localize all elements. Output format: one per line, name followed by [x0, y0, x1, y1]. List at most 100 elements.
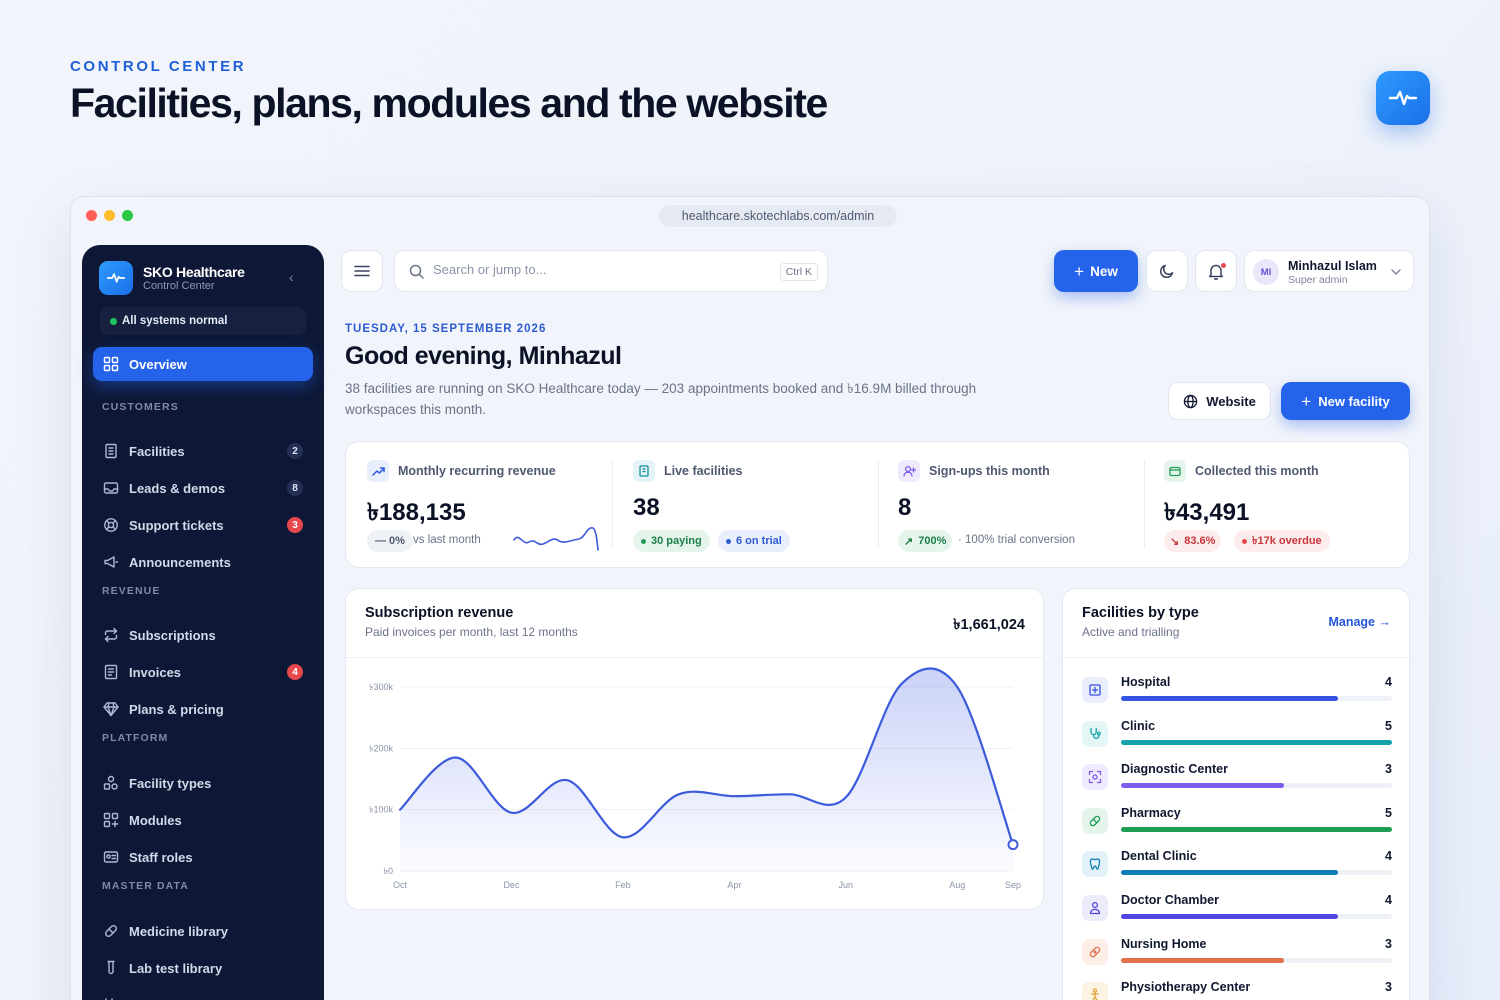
facility-type-row[interactable]: Hospital 4: [1082, 675, 1392, 715]
user-plus-icon: [898, 460, 920, 482]
stat-live-facilities: Live facilities 38 30 paying 6 on trial: [633, 442, 863, 566]
address-bar[interactable]: healthcare.skotechlabs.com/admin: [659, 205, 897, 227]
sidebar-item-medicine-library[interactable]: Medicine library: [93, 914, 313, 948]
facility-type-bar-track: [1121, 957, 1392, 963]
delta-badge: — 0%: [367, 530, 413, 552]
grid-plus-icon: [103, 812, 119, 828]
brand-logo-icon: [99, 261, 133, 295]
facility-type-count: 3: [1385, 762, 1392, 777]
hamburger-icon: [354, 265, 370, 277]
stat-collected: Collected this month ৳43,491 ↘ 83.6% ৳17k…: [1164, 442, 1394, 566]
system-status-label: All systems normal: [122, 315, 228, 327]
new-button[interactable]: + New: [1054, 250, 1138, 292]
status-dot-icon: [110, 318, 117, 325]
sidebar-item-invoices[interactable]: Invoices 4: [93, 655, 313, 689]
stat-value: ৳43,491: [1164, 499, 1250, 526]
new-facility-label: New facility: [1318, 393, 1390, 409]
panel-subtitle: Active and trialling: [1082, 625, 1180, 639]
facility-type-row[interactable]: Nursing Home 3: [1082, 937, 1392, 977]
facility-type-count: 4: [1385, 893, 1392, 907]
menu-toggle-button[interactable]: [341, 250, 383, 292]
sidebar-item-announcements[interactable]: Announcements: [93, 545, 313, 579]
receipt-icon: [104, 664, 118, 680]
facility-type-name: Nursing Home: [1121, 936, 1207, 951]
facility-type-row[interactable]: Pharmacy 5: [1082, 806, 1392, 846]
sidebar-item-facilities[interactable]: Facilities 2: [93, 434, 313, 468]
close-window-dot[interactable]: [86, 210, 97, 221]
facility-type-row[interactable]: Dental Clinic 4: [1082, 849, 1392, 889]
hero-eyebrow: CONTROL CENTER: [70, 58, 247, 75]
manage-link[interactable]: Manage →: [1328, 615, 1391, 629]
notifications-button[interactable]: [1195, 250, 1237, 292]
current-date: TUESDAY, 15 SEPTEMBER 2026: [345, 323, 547, 335]
website-button[interactable]: Website: [1168, 382, 1271, 420]
facility-type-bar-track: [1121, 783, 1392, 789]
facility-type-row[interactable]: Physiotherapy Center 3: [1082, 980, 1392, 1000]
collapse-sidebar-icon[interactable]: ‹: [289, 269, 294, 285]
sidebar-item-modules[interactable]: Modules: [93, 803, 313, 837]
trend-up-icon: [367, 460, 389, 482]
decline-label: 83.6%: [1184, 535, 1216, 547]
revenue-area: [400, 668, 1013, 871]
facility-type-bar-fill: [1121, 826, 1392, 832]
search-box[interactable]: Ctrl K: [394, 250, 828, 292]
sidebar-item-subscriptions[interactable]: Subscriptions: [93, 618, 313, 652]
paying-badge: 30 paying: [633, 530, 710, 552]
facility-type-bar-track: [1121, 826, 1392, 832]
facility-type-row[interactable]: Diagnostic Center 3: [1082, 762, 1392, 802]
facility-type-count: 3: [1385, 980, 1392, 995]
sidebar-item-plans-pricing[interactable]: Plans & pricing: [93, 692, 313, 726]
stethoscope-icon: [1082, 720, 1108, 747]
sidebar-item-specialties[interactable]: Specialties: [93, 988, 313, 1000]
trend-up-icon: ↗: [904, 535, 914, 548]
facility-type-count: 5: [1385, 805, 1392, 820]
sidebar-item-overview[interactable]: Overview: [93, 347, 313, 381]
facility-type-row[interactable]: Doctor Chamber 4: [1082, 893, 1392, 933]
facility-type-row[interactable]: Clinic 5: [1082, 719, 1392, 759]
facility-type-bar-track: [1121, 739, 1392, 745]
chart-title: Subscription revenue: [365, 605, 514, 621]
y-tick-label: ৳200k: [369, 743, 393, 753]
sidebar-item-lab-test-library[interactable]: Lab test library: [93, 951, 313, 985]
new-facility-button[interactable]: + New facility: [1281, 382, 1410, 420]
sidebar-item-support-tickets[interactable]: Support tickets 3: [93, 508, 313, 542]
sidebar-item-label: Facilities: [129, 443, 185, 459]
chart-subtitle: Paid invoices per month, last 12 months: [365, 625, 578, 639]
stat-signups: Sign-ups this month 8 ↗ 700% · 100% trial…: [898, 442, 1138, 566]
theme-toggle-button[interactable]: [1146, 250, 1188, 292]
user-menu[interactable]: MI Minhazul Islam Super admin: [1244, 250, 1414, 292]
growth-badge: ↗ 700%: [898, 530, 953, 552]
sidebar-item-facility-types[interactable]: Facility types: [93, 766, 313, 800]
chart-total: ৳1,661,024: [953, 617, 1025, 633]
facility-type-bar-track: [1121, 914, 1392, 919]
inbox-icon: [103, 482, 119, 494]
megaphone-icon: [104, 556, 119, 568]
stat-value: 8: [898, 494, 912, 521]
hero-title: Facilities, plans, modules and the websi…: [70, 80, 828, 126]
sidebar-item-label: Plans & pricing: [129, 701, 224, 717]
search-input[interactable]: [433, 262, 763, 277]
id-card-icon: [103, 851, 119, 863]
test-tube-icon: [107, 960, 115, 975]
user-name: Minhazul Islam: [1288, 259, 1377, 273]
sidebar-item-label: Overview: [129, 356, 187, 372]
overdue-badge: ৳17k overdue: [1234, 530, 1330, 552]
count-badge: 4: [287, 664, 303, 680]
facility-type-count: 5: [1385, 718, 1392, 733]
stats-card: Monthly recurring revenue ৳188,135 — 0% …: [345, 441, 1410, 568]
new-button-label: New: [1090, 263, 1118, 279]
facility-type-bar-track: [1121, 696, 1392, 701]
maximize-window-dot[interactable]: [122, 210, 133, 221]
user-role: Super admin: [1288, 274, 1348, 286]
search-icon: [409, 264, 424, 279]
bandage-icon: [1082, 938, 1108, 965]
system-status: All systems normal: [100, 307, 306, 335]
revenue-area-chart: ৳300k ৳200k ৳100k ৳0 Oct Dec Feb Apr Jun Aug Sep: [369, 667, 1021, 890]
count-badge: 3: [287, 517, 303, 533]
sidebar-item-leads-demos[interactable]: Leads & demos 8: [93, 471, 313, 505]
facility-type-name: Clinic: [1121, 718, 1156, 733]
sidebar-item-staff-roles[interactable]: Staff roles: [93, 840, 313, 874]
gem-icon: [103, 702, 119, 717]
stat-value: ৳188,135: [367, 499, 466, 526]
minimize-window-dot[interactable]: [104, 210, 115, 221]
